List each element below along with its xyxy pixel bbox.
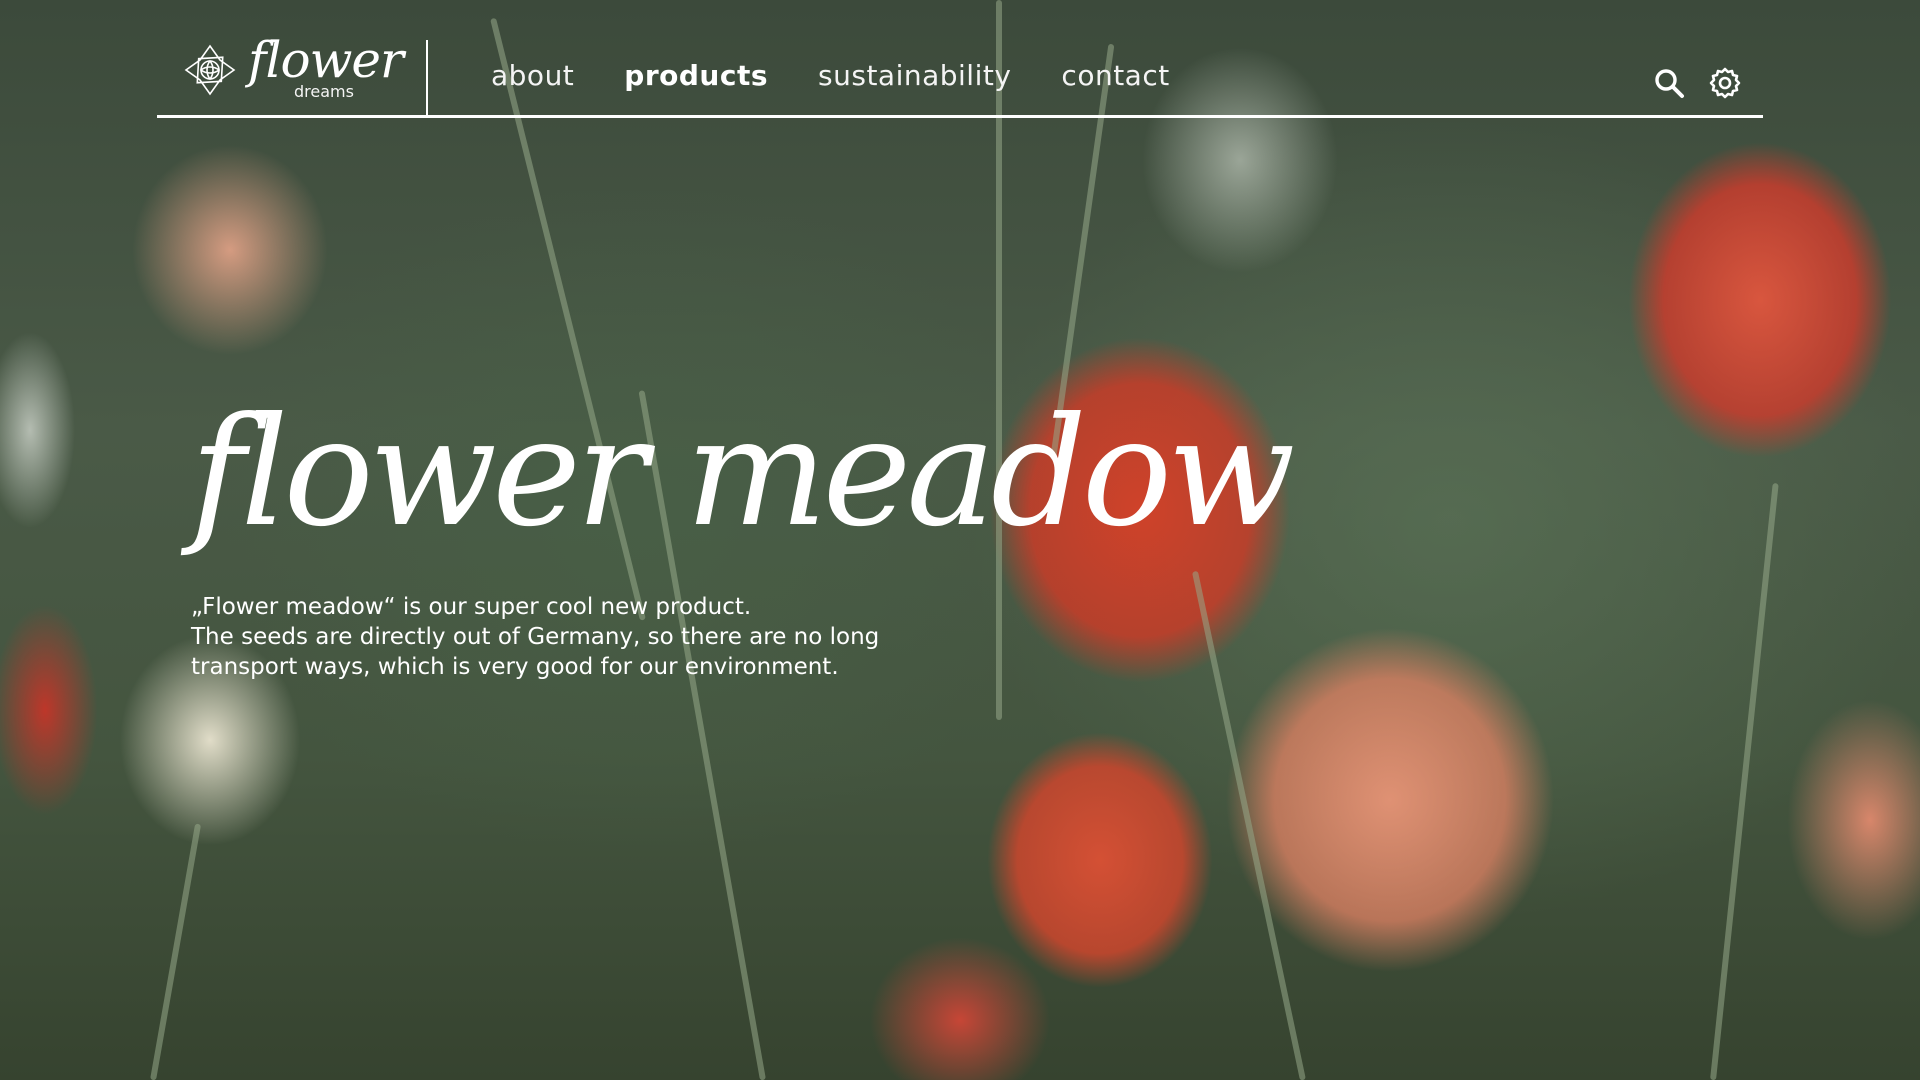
hero-title: flower meadow [190,386,1296,560]
hero-page: flower dreams about products sustainabil… [0,0,1920,1080]
nav-item-about[interactable]: about [491,56,574,96]
header-divider [426,40,428,116]
gear-icon[interactable] [1708,66,1742,100]
hero-text-line: The seeds are directly out of Germany, s… [191,624,880,650]
hero-description: „Flower meadow“ is our super cool new pr… [191,592,1011,682]
nav-item-contact[interactable]: contact [1061,56,1169,96]
hero-text-line: „Flower meadow“ is our super cool new pr… [191,594,752,620]
main-nav: about products sustainability contact [491,56,1170,96]
brand-tagline: dreams [294,82,354,101]
brand-logo[interactable]: flower dreams [182,32,404,108]
search-icon[interactable] [1652,66,1686,100]
background-stem [1191,570,1306,1080]
brand-name: flower [248,31,404,89]
flower-outline-icon [184,44,236,96]
nav-item-sustainability[interactable]: sustainability [818,56,1011,96]
hero-text-line: transport ways, which is very good for o… [191,654,839,680]
background-stem [150,823,202,1080]
header-rule [157,115,1763,118]
nav-item-products[interactable]: products [624,56,768,96]
background-stem [1710,482,1779,1080]
